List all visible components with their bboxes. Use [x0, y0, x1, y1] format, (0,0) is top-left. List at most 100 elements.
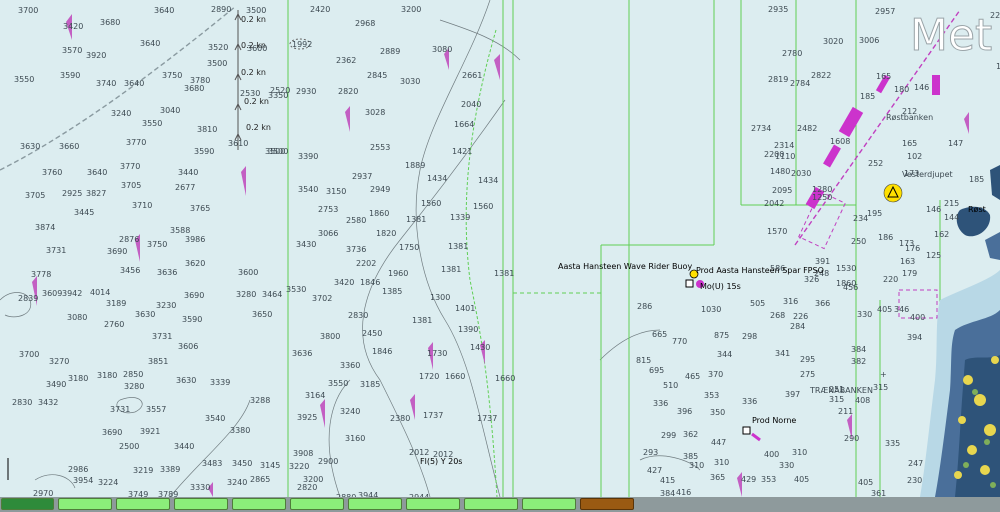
- depth-sounding: 1300: [430, 293, 450, 302]
- depth-sounding: 3800: [320, 332, 340, 341]
- scale-segment[interactable]: [406, 498, 460, 510]
- scale-segment[interactable]: [58, 498, 112, 510]
- depth-sounding: 1480: [770, 167, 790, 176]
- depth-sounding: 3030: [400, 77, 420, 86]
- scale-segment[interactable]: [232, 498, 286, 510]
- depth-sounding: 298: [742, 332, 757, 341]
- depth-sounding: 400: [910, 313, 925, 322]
- depth-sounding: 275: [800, 370, 815, 379]
- scale-segment[interactable]: [580, 498, 634, 510]
- depth-sounding: 3280: [124, 382, 144, 391]
- depth-sounding: 1720: [419, 372, 439, 381]
- depth-sounding: 429: [741, 475, 756, 484]
- chart-canvas: Met 0.2 kn 0.2 kn 0.2 kn 0.2 kn 0.2 kn 1…: [0, 0, 1000, 497]
- depth-sounding: 3640: [124, 79, 144, 88]
- depth-sounding: 770: [672, 337, 687, 346]
- depth-sounding: 3500: [246, 6, 266, 15]
- depth-sounding: 394: [907, 333, 922, 342]
- bank-label: Røstbanken: [886, 113, 933, 122]
- depth-sounding: 2012: [409, 448, 429, 457]
- depth-sounding: 2042: [764, 199, 784, 208]
- depth-sounding: 875: [714, 331, 729, 340]
- depth-sounding: 1381: [448, 242, 468, 251]
- scale-segment[interactable]: [1, 498, 54, 510]
- depth-sounding: 3590: [60, 71, 80, 80]
- depth-sounding: 3770: [120, 162, 140, 171]
- depth-sounding: 295: [800, 355, 815, 364]
- depth-sounding: 3921: [140, 427, 160, 436]
- depth-sounding: 3500: [265, 147, 285, 156]
- depth-sounding: 3749: [128, 490, 148, 497]
- depth-sounding: 310: [689, 461, 704, 470]
- depth-sounding: 147: [948, 139, 963, 148]
- scale-segment[interactable]: [464, 498, 518, 510]
- depth-sounding: 2876: [119, 235, 139, 244]
- depth-sounding: 2760: [104, 320, 124, 329]
- nautical-chart[interactable]: Met 0.2 kn 0.2 kn 0.2 kn 0.2 kn 0.2 kn 1…: [0, 0, 1000, 497]
- depth-sounding: 382: [851, 357, 866, 366]
- depth-sounding: 3630: [176, 376, 196, 385]
- depth-sounding: 397: [785, 390, 800, 399]
- depth-sounding: 2314: [774, 141, 794, 150]
- depth-sounding: 3600: [238, 268, 258, 277]
- depth-sounding: 1381: [494, 269, 514, 278]
- scale-segment[interactable]: [116, 498, 170, 510]
- scale-segment[interactable]: [174, 498, 228, 510]
- depth-sounding: 815: [636, 356, 651, 365]
- depth-sounding: 290: [844, 434, 859, 443]
- depth-sounding: 1889: [405, 161, 425, 170]
- depth-sounding: 3908: [293, 449, 313, 458]
- depth-sounding: 3700: [19, 350, 39, 359]
- depth-sounding: 3731: [46, 246, 66, 255]
- depth-sounding: 3874: [35, 223, 55, 232]
- depth-sounding: 3430: [296, 240, 316, 249]
- depth-sounding: 3630: [20, 142, 40, 151]
- depth-sounding: 3925: [297, 413, 317, 422]
- depth-sounding: 3240: [227, 478, 247, 487]
- depth-sounding: 226: [990, 11, 1000, 20]
- depth-sounding: 365: [710, 473, 725, 482]
- scale-segment[interactable]: [348, 498, 402, 510]
- depth-sounding: 247: [908, 459, 923, 468]
- depth-sounding: 3185: [360, 380, 380, 389]
- depth-sounding: 3330: [190, 483, 210, 492]
- depth-sounding: 185: [969, 175, 984, 184]
- depth-sounding: 3432: [38, 398, 58, 407]
- depth-sounding: 3590: [182, 315, 202, 324]
- depth-sounding: 252: [868, 159, 883, 168]
- warning-triangle-icon[interactable]: [883, 183, 903, 203]
- depth-sounding: 3420: [63, 22, 83, 31]
- depth-sounding: 384: [851, 345, 866, 354]
- depth-sounding: 341: [775, 349, 790, 358]
- depth-sounding: 3440: [178, 168, 198, 177]
- depth-sounding: 3445: [74, 208, 94, 217]
- scale-segment[interactable]: [522, 498, 576, 510]
- depth-sounding: 415: [660, 476, 675, 485]
- depth-sounding: 3778: [31, 270, 51, 279]
- depth-sounding: 3180: [97, 371, 117, 380]
- depth-sounding: 2889: [380, 47, 400, 56]
- depth-sounding: 3464: [262, 290, 282, 299]
- scale-segment[interactable]: [290, 498, 344, 510]
- depth-sounding: 2095: [772, 186, 792, 195]
- depth-sounding: 3690: [102, 428, 122, 437]
- depth-sounding: 3942: [62, 289, 82, 298]
- depth-sounding: 1846: [360, 278, 380, 287]
- depth-sounding: 1030: [701, 305, 721, 314]
- area-label: 1992: [292, 40, 312, 49]
- depth-sounding: 2040: [461, 100, 481, 109]
- depth-sounding: 3028: [365, 108, 385, 117]
- depth-sounding: 3219: [133, 466, 153, 475]
- depth-sounding: 3920: [86, 51, 106, 60]
- depth-sounding: 3636: [157, 268, 177, 277]
- depth-sounding: 3450: [232, 459, 252, 468]
- depth-sounding: 3380: [230, 426, 250, 435]
- depth-sounding: 3851: [148, 357, 168, 366]
- depth-sounding: 427: [647, 466, 662, 475]
- depth-sounding: 408: [855, 396, 870, 405]
- scale-indicator-bar: [0, 497, 1000, 512]
- depth-sounding: 1737: [423, 411, 443, 420]
- depth-sounding: 353: [704, 391, 719, 400]
- depth-sounding: 3550: [142, 119, 162, 128]
- depth-sounding: 2380: [390, 414, 410, 423]
